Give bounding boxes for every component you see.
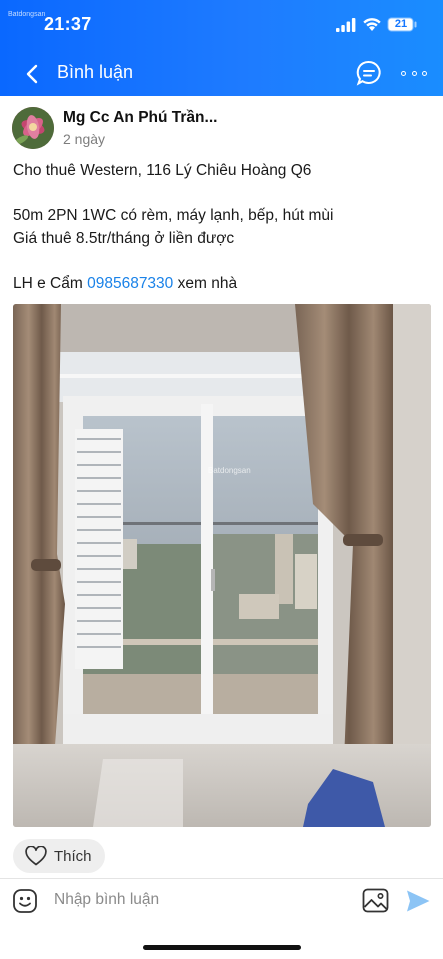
post-line-blank [13, 250, 433, 273]
chevron-left-icon [26, 64, 38, 84]
contact-prefix: LH e Cẩm [13, 274, 88, 292]
like-button[interactable]: Thích [13, 839, 105, 873]
post-line: Cho thuê Western, 116 Lý Chiêu Hoàng Q6 [13, 162, 312, 179]
status-time: 21:37 [44, 14, 92, 34]
like-label: Thích [54, 847, 92, 865]
image-icon[interactable] [362, 888, 389, 913]
more-dot-icon [411, 70, 417, 76]
more-dot-icon [422, 70, 427, 76]
cellular-signal-icon [336, 18, 356, 32]
back-button[interactable] [18, 60, 46, 88]
post-timestamp: 2 ngày [63, 131, 106, 147]
more-options-button[interactable] [398, 61, 430, 85]
page-title: Bình luận [57, 62, 134, 82]
contact-suffix: xem nhà [173, 274, 238, 292]
comment-input[interactable]: Nhập bình luận [54, 891, 334, 909]
contact-line: LH e Cẩm 0985687330 xem nhà [13, 273, 433, 296]
battery-level: 21 [394, 18, 408, 30]
post-line: 50m 2PN 1WC có rèm, máy lạnh, bếp, hút m… [13, 207, 334, 224]
post-author[interactable]: Mg Cc An Phú Trần... [63, 109, 217, 127]
nav-bar: Bình luận [0, 48, 443, 96]
phone-link[interactable]: 0985687330 [87, 275, 173, 292]
wifi-icon [363, 18, 381, 31]
photo-watermark: Batdongsan [208, 466, 251, 475]
post-line-blank [13, 183, 433, 206]
avatar[interactable] [12, 107, 54, 149]
comment-bar: Nhập bình luận [0, 878, 443, 926]
send-icon[interactable] [405, 888, 431, 914]
watermark-text: Batdongsan [8, 11, 46, 18]
heart-icon [25, 846, 47, 866]
post-line: Giá thuê 8.5tr/tháng ở liền được [13, 229, 235, 247]
chat-bubble-icon[interactable] [355, 59, 383, 87]
status-bar: Batdongsan 21:37 21 [0, 0, 443, 48]
post-photo[interactable]: Batdongsan [13, 304, 431, 827]
post-body: Cho thuê Western, 116 Lý Chiêu Hoàng Q6 … [13, 160, 433, 295]
more-dot-icon [401, 70, 406, 76]
home-indicator[interactable] [143, 945, 301, 950]
flower-avatar-image [12, 107, 54, 149]
apartment-window-image [13, 304, 431, 827]
emoji-icon[interactable] [12, 888, 38, 914]
app-header: Batdongsan 21:37 21 Bình luận [0, 0, 443, 96]
